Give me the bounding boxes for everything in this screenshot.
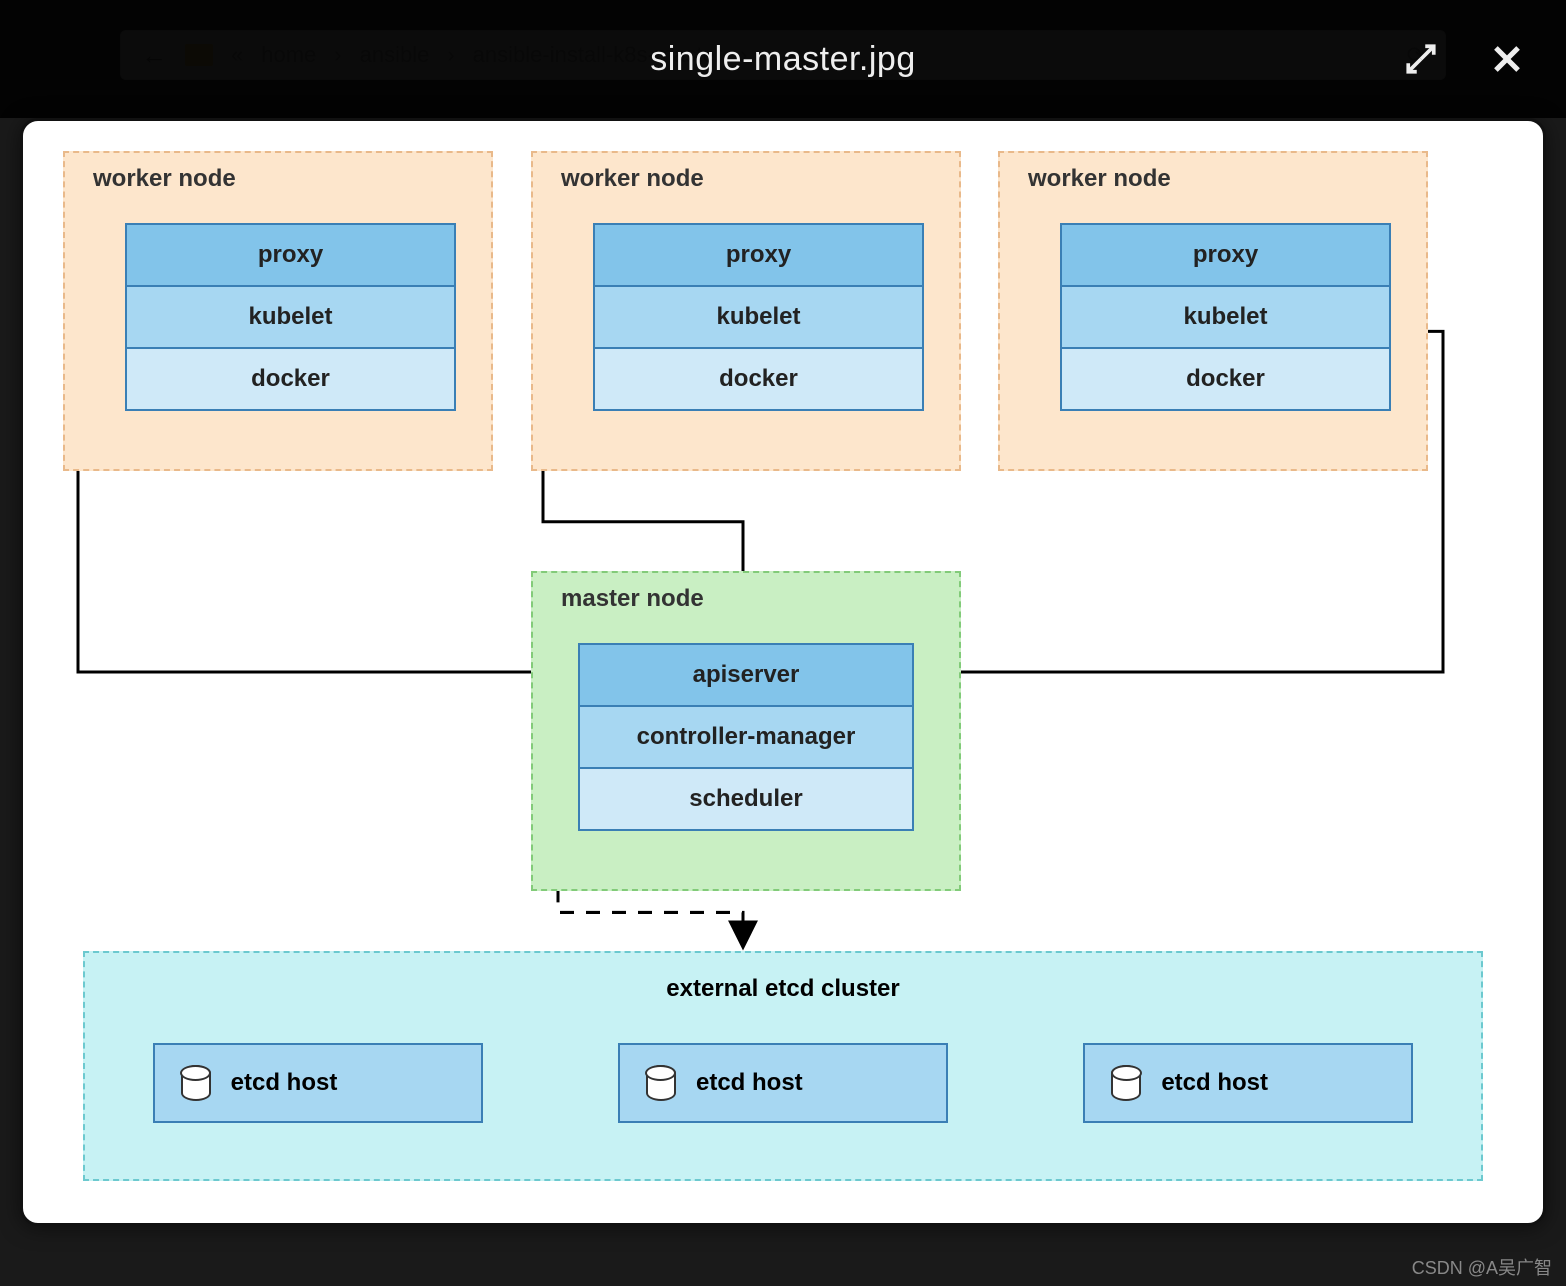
master-node: master node apiserver controller-manager…: [531, 571, 961, 891]
etcd-host-label: etcd host: [231, 1069, 338, 1097]
component-docker: docker: [593, 347, 924, 411]
component-docker: docker: [125, 347, 456, 411]
worker-node-1: worker node proxy kubelet docker: [63, 151, 493, 471]
image-panel: worker node proxy kubelet docker worker …: [20, 118, 1546, 1226]
database-icon: [1111, 1065, 1141, 1101]
etcd-cluster-label: external etcd cluster: [85, 975, 1481, 1003]
etcd-host-label: etcd host: [1161, 1069, 1268, 1097]
component-proxy: proxy: [125, 223, 456, 287]
watermark: CSDN @A吴广智: [1412, 1254, 1552, 1280]
etcd-host-label: etcd host: [696, 1069, 803, 1097]
etcd-host: etcd host: [618, 1043, 948, 1123]
component-controller-manager: controller-manager: [578, 705, 914, 769]
etcd-host: etcd host: [153, 1043, 483, 1123]
architecture-diagram: worker node proxy kubelet docker worker …: [23, 121, 1543, 1223]
component-kubelet: kubelet: [125, 285, 456, 349]
database-icon: [646, 1065, 676, 1101]
expand-icon[interactable]: [1404, 42, 1438, 76]
database-icon: [181, 1065, 211, 1101]
master-node-label: master node: [561, 585, 704, 613]
component-kubelet: kubelet: [1060, 285, 1391, 349]
worker-node-label: worker node: [1028, 165, 1171, 193]
component-kubelet: kubelet: [593, 285, 924, 349]
component-docker: docker: [1060, 347, 1391, 411]
component-scheduler: scheduler: [578, 767, 914, 831]
image-filename: single-master.jpg: [650, 40, 916, 79]
worker-node-3: worker node proxy kubelet docker: [998, 151, 1428, 471]
component-proxy: proxy: [593, 223, 924, 287]
component-apiserver: apiserver: [578, 643, 914, 707]
etcd-host: etcd host: [1083, 1043, 1413, 1123]
worker-node-label: worker node: [93, 165, 236, 193]
worker-node-2: worker node proxy kubelet docker: [531, 151, 961, 471]
image-viewer-titlebar: single-master.jpg: [0, 0, 1566, 118]
close-icon[interactable]: [1488, 40, 1526, 78]
worker-node-label: worker node: [561, 165, 704, 193]
component-proxy: proxy: [1060, 223, 1391, 287]
etcd-cluster: external etcd cluster etcd host etcd hos…: [83, 951, 1483, 1181]
